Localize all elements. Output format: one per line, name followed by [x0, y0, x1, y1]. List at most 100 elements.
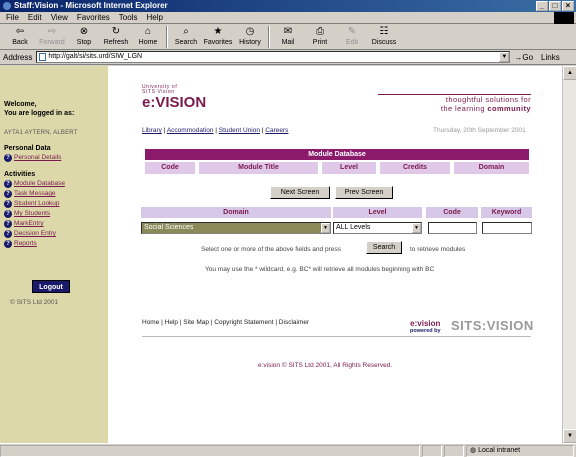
- toolbar-label: History: [239, 39, 261, 46]
- scroll-down-icon[interactable]: ▼: [563, 429, 576, 443]
- zone-indicator: ◍ Local intranet: [466, 444, 574, 457]
- toolbar-stop-button[interactable]: ⊗ Stop: [68, 24, 100, 50]
- toolbar-favorites-button[interactable]: ★ Favorites: [202, 24, 234, 50]
- footer-links[interactable]: Home | Help | Site Map | Copyright State…: [142, 319, 309, 326]
- zone-label: Local intranet: [478, 446, 521, 454]
- help-icon: ?: [4, 219, 12, 228]
- domain-select[interactable]: Social Sciences ▼: [141, 222, 331, 234]
- address-input[interactable]: http://galt/si/sits.urd/SIW_LGN ▼: [36, 51, 511, 63]
- refresh-icon: ↻: [111, 26, 121, 37]
- link-accommodation[interactable]: Accommodation: [167, 127, 214, 134]
- favorites-icon: ★: [213, 26, 223, 37]
- sidebar-item-personal-details[interactable]: ? Personal Details: [4, 153, 108, 162]
- close-button[interactable]: ×: [562, 1, 574, 11]
- sidebar-link[interactable]: Task Message: [14, 190, 56, 197]
- level-select[interactable]: ALL Levels ▼: [333, 222, 422, 234]
- menu-edit[interactable]: Edit: [28, 13, 42, 22]
- column-domain: Domain: [454, 162, 529, 174]
- sidebar-link[interactable]: Student Lookup: [14, 200, 60, 207]
- footer-divider: [142, 336, 531, 337]
- menu-favorites[interactable]: Favorites: [77, 13, 110, 22]
- windows-logo-icon: [554, 12, 574, 24]
- search-header-domain: Domain: [141, 207, 331, 218]
- logout-button[interactable]: Logout: [32, 280, 70, 293]
- discuss-icon: ☷: [379, 26, 389, 37]
- tagline-line-1: thoughtful solutions for: [445, 95, 531, 104]
- vertical-scrollbar[interactable]: ▲ ▼: [562, 66, 576, 443]
- forward-arrow-icon: ⇨: [47, 26, 57, 37]
- toolbar-label: Forward: [39, 39, 65, 46]
- menu-file[interactable]: File: [6, 13, 19, 22]
- toolbar-label: Print: [312, 39, 328, 46]
- toolbar-refresh-button[interactable]: ↻ Refresh: [100, 24, 132, 50]
- stop-icon: ⊗: [79, 26, 89, 37]
- menu-help[interactable]: Help: [146, 13, 162, 22]
- sidebar-link[interactable]: Personal Details: [14, 154, 61, 161]
- toolbar-label: Back: [12, 39, 28, 46]
- search-icon: ⌕: [183, 26, 189, 37]
- code-input[interactable]: [428, 222, 477, 234]
- sidebar-item-my-students[interactable]: ? My Students: [4, 209, 108, 218]
- toolbar-forward-button[interactable]: ⇨ Forward: [36, 24, 68, 50]
- chevron-down-icon[interactable]: ▼: [321, 223, 330, 233]
- sidebar-link[interactable]: MarkEntry: [14, 220, 44, 227]
- maximize-button[interactable]: □: [549, 1, 561, 11]
- scroll-up-icon[interactable]: ▲: [563, 66, 576, 80]
- search-button[interactable]: Search: [366, 241, 402, 254]
- status-text: [0, 444, 420, 457]
- tagline-bold: community: [487, 104, 531, 113]
- menu-tools[interactable]: Tools: [119, 13, 138, 22]
- sidebar-link[interactable]: Module Database: [14, 180, 65, 187]
- toolbar-search-button[interactable]: ⌕ Search: [170, 24, 202, 50]
- page-icon: [39, 53, 47, 61]
- column-level: Level: [322, 162, 376, 174]
- evision-powered-logo: e:vision powered by: [410, 319, 441, 334]
- sidebar-item-reports[interactable]: ? Reports: [4, 239, 108, 248]
- sidebar-item-module-database[interactable]: ? Module Database: [4, 179, 108, 188]
- menu-view[interactable]: View: [51, 13, 68, 22]
- toolbar-home-button[interactable]: ⌂ Home: [132, 24, 164, 50]
- next-screen-button[interactable]: Next Screen: [270, 186, 330, 199]
- sidebar-link[interactable]: Reports: [14, 240, 37, 247]
- go-button[interactable]: →Go: [514, 53, 533, 62]
- toolbar-history-button[interactable]: ◷ History: [234, 24, 266, 50]
- globe-icon: ◍: [470, 446, 477, 454]
- sidebar-copyright: © SITS Ltd 2001: [10, 299, 59, 306]
- address-label: Address: [3, 52, 33, 62]
- minimize-button[interactable]: _: [536, 1, 548, 11]
- welcome-text: Welcome,: [4, 101, 37, 108]
- address-dropdown-icon[interactable]: ▼: [499, 52, 510, 62]
- sidebar-item-decision-entry[interactable]: ? Decision Entry: [4, 229, 108, 238]
- activities-list: ? Module Database? Task Message? Student Lo…: [4, 179, 108, 248]
- toolbar-discuss-button[interactable]: ☷ Discuss: [368, 24, 400, 50]
- toolbar-mail-button[interactable]: ✉ Mail: [272, 24, 304, 50]
- logged-in-text: You are logged in as:: [4, 110, 75, 117]
- toolbar-separator: [268, 26, 270, 48]
- links-button[interactable]: Links: [541, 53, 560, 62]
- link-careers[interactable]: Careers: [265, 127, 288, 134]
- toolbar-back-button[interactable]: ⇦ Back: [4, 24, 36, 50]
- sidebar-link[interactable]: My Students: [14, 210, 50, 217]
- toolbar-print-button[interactable]: ⎙ Print: [304, 24, 336, 50]
- keyword-input[interactable]: [482, 222, 532, 234]
- ie-icon: [3, 1, 11, 10]
- prev-screen-button[interactable]: Prev Screen: [335, 186, 393, 199]
- sidebar-item-student-lookup[interactable]: ? Student Lookup: [4, 199, 108, 208]
- chevron-down-icon[interactable]: ▼: [412, 223, 421, 233]
- sidebar-item-task-message[interactable]: ? Task Message: [4, 189, 108, 198]
- sits-vision-logo: SITS:VISION: [451, 318, 534, 333]
- top-links: Library | Accommodation | Student Union …: [142, 127, 289, 134]
- help-icon: ?: [4, 189, 12, 198]
- mail-icon: ✉: [283, 26, 293, 37]
- toolbar: ⇦ Back ⇨ Forward ⊗ Stop ↻ Refresh ⌂ Home ⌕ Search ★ F…: [0, 24, 576, 50]
- help-icon: ?: [4, 199, 12, 208]
- sidebar-item-markentry[interactable]: ? MarkEntry: [4, 219, 108, 228]
- activities-heading: Activities: [4, 171, 36, 178]
- link-library[interactable]: Library: [142, 127, 162, 134]
- home-icon: ⌂: [144, 26, 152, 37]
- level-select-value: ALL Levels: [336, 224, 371, 231]
- toolbar-edit-button[interactable]: ✎ Edit: [336, 24, 368, 50]
- sidebar-link[interactable]: Decision Entry: [14, 230, 56, 237]
- link-student-union[interactable]: Student Union: [219, 127, 260, 134]
- address-url: http://galt/si/sits.urd/SIW_LGN: [48, 53, 143, 60]
